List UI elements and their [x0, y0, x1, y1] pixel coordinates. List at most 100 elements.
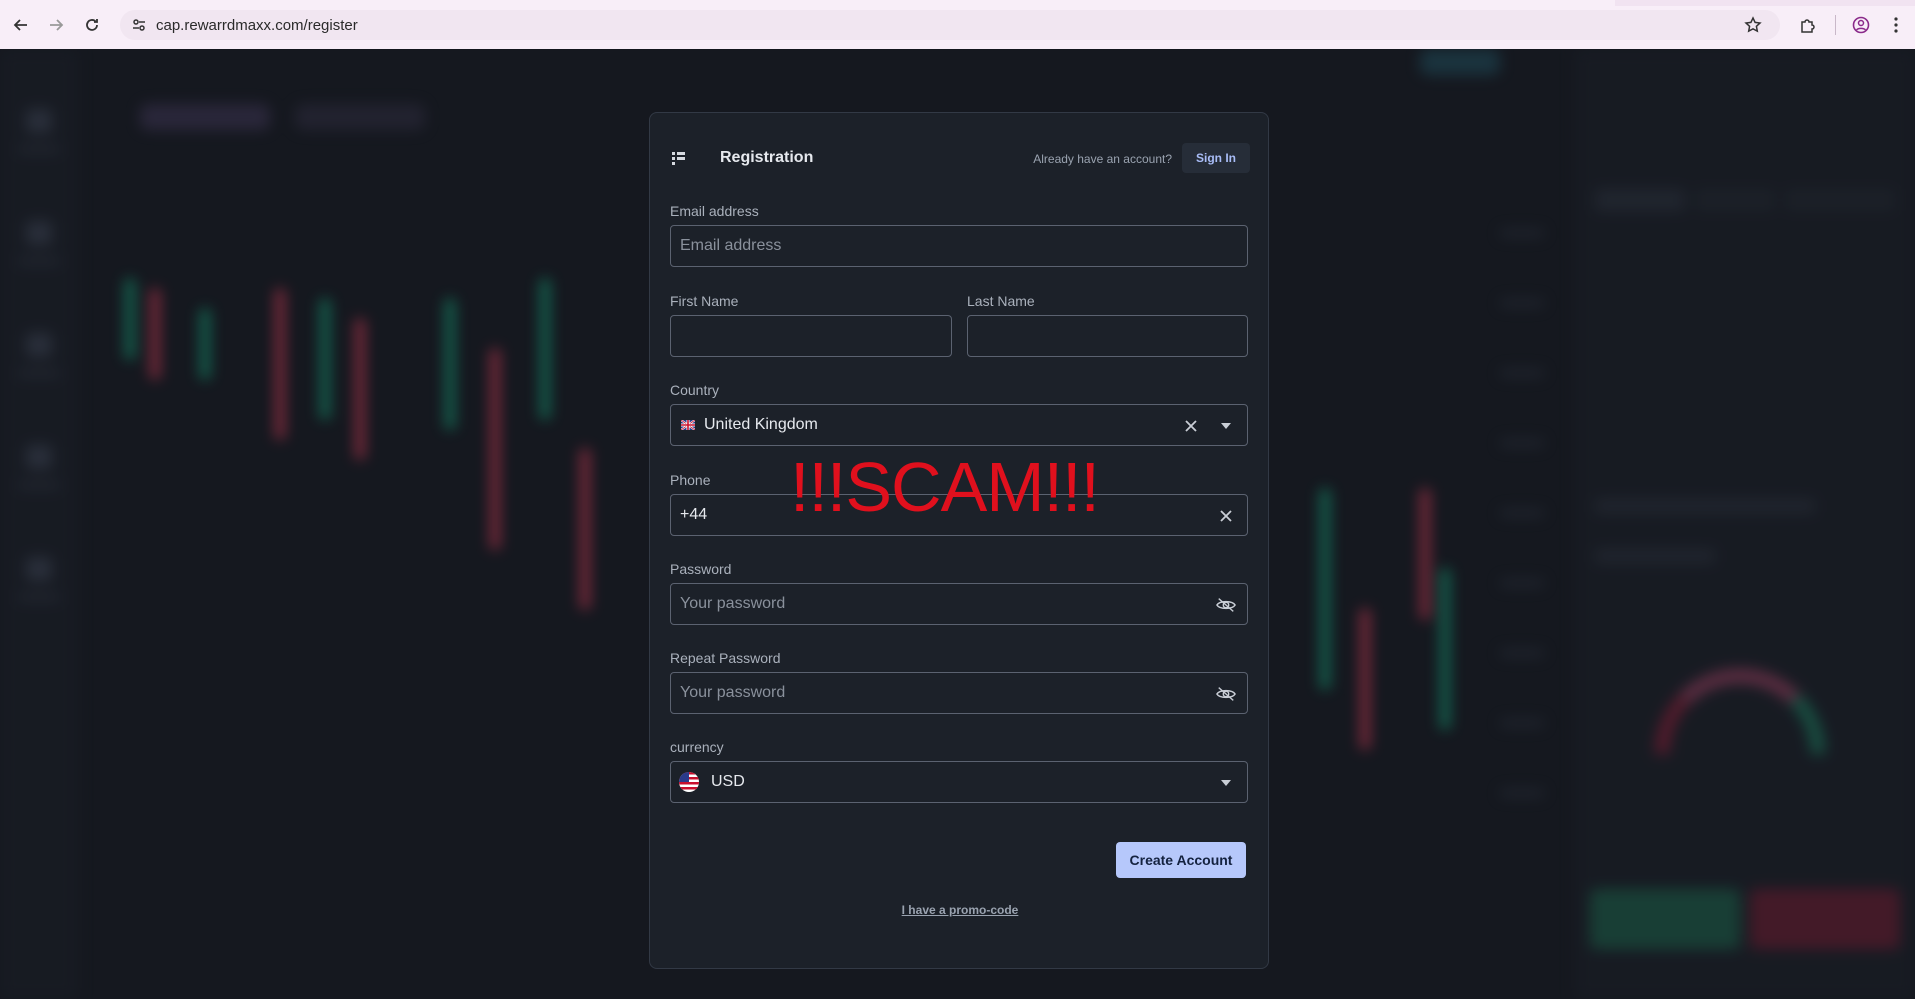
last-name-field[interactable]	[967, 315, 1248, 357]
price-tick	[1500, 649, 1544, 657]
asset-tab	[295, 104, 425, 130]
price-tick	[1500, 299, 1544, 307]
repeat-password-field[interactable]: Your password	[670, 672, 1248, 714]
forward-button[interactable]	[45, 14, 67, 36]
eye-off-icon[interactable]	[1216, 595, 1236, 615]
create-account-button[interactable]: Create Account	[1116, 842, 1246, 878]
clear-phone-icon[interactable]	[1216, 506, 1236, 526]
left-rail	[0, 49, 78, 999]
last-name-label: Last Name	[967, 293, 1035, 309]
chevron-down-icon[interactable]	[1216, 773, 1236, 793]
candle	[1420, 489, 1430, 619]
repeat-password-placeholder: Your password	[680, 684, 786, 701]
price-tick	[1500, 719, 1544, 727]
gauge	[1655, 669, 1825, 754]
profile-button[interactable]	[1849, 13, 1873, 37]
first-name-field[interactable]	[670, 315, 952, 357]
profile-icon	[1852, 16, 1870, 34]
back-button[interactable]	[10, 14, 32, 36]
password-placeholder: Your password	[680, 595, 786, 612]
us-flag-icon	[679, 772, 699, 792]
price-tick	[1500, 789, 1544, 797]
tab-strip	[0, 0, 1915, 6]
eye-off-icon[interactable]	[1216, 684, 1236, 704]
rail-label	[18, 145, 60, 153]
sell-button-bg	[1750, 889, 1900, 949]
site-info-icon[interactable]	[131, 17, 147, 38]
repeat-password-label: Repeat Password	[670, 650, 781, 666]
rail-icon	[26, 109, 52, 133]
rail-icon	[26, 557, 52, 581]
active-tab-strip	[0, 0, 1615, 6]
candle	[200, 309, 210, 379]
country-select[interactable]: United Kingdom	[670, 404, 1248, 446]
rail-icon	[26, 445, 52, 469]
bookmark-star-icon[interactable]	[1744, 16, 1762, 39]
panel-tab	[1695, 189, 1775, 211]
first-name-label: First Name	[670, 293, 739, 309]
buy-button-bg	[1590, 889, 1740, 949]
toolbar-divider	[1835, 15, 1836, 35]
panel-row	[1595, 549, 1715, 563]
right-panel	[1575, 49, 1915, 999]
sign-in-button[interactable]: Sign In	[1182, 143, 1250, 173]
candle	[320, 299, 330, 419]
url-text[interactable]: cap.rewarrdmaxx.com/register	[156, 17, 358, 34]
arrow-left-icon	[13, 19, 27, 31]
phone-value: +44	[680, 506, 708, 523]
menu-button[interactable]	[1884, 13, 1908, 37]
kebab-menu-icon	[1894, 17, 1898, 33]
puzzle-icon	[1801, 19, 1815, 33]
candle	[1320, 489, 1330, 689]
registration-icon	[672, 152, 685, 165]
price-tick	[1500, 369, 1544, 377]
have-account-text: Already have an account?	[1033, 152, 1172, 166]
header-pill	[1420, 49, 1500, 75]
candle	[490, 349, 500, 549]
candle	[355, 319, 365, 459]
price-tick	[1500, 579, 1544, 587]
candle	[275, 289, 285, 439]
address-bar[interactable]: cap.rewarrdmaxx.com/register	[120, 10, 1780, 40]
rail-label	[18, 593, 60, 601]
price-axis	[1480, 149, 1560, 909]
candle	[445, 299, 455, 429]
uk-flag-icon	[681, 420, 695, 430]
phone-label: Phone	[670, 472, 711, 488]
rail-icon	[26, 221, 52, 245]
chevron-down-icon[interactable]	[1216, 416, 1236, 436]
candle	[1360, 609, 1370, 749]
email-field[interactable]: Email address	[670, 225, 1248, 267]
modal-title: Registration	[720, 149, 814, 166]
email-placeholder: Email address	[680, 237, 782, 254]
clear-country-icon[interactable]	[1181, 416, 1201, 436]
panel-row	[1595, 499, 1815, 513]
promo-code-link[interactable]: I have a promo-code	[650, 903, 1270, 917]
password-field[interactable]: Your password	[670, 583, 1248, 625]
price-tick	[1500, 509, 1544, 517]
email-label: Email address	[670, 203, 759, 219]
browser-toolbar: cap.rewarrdmaxx.com/register	[0, 0, 1915, 49]
panel-tab	[1595, 189, 1685, 211]
price-tick	[1500, 439, 1544, 447]
candle	[1440, 569, 1450, 729]
candle	[150, 289, 160, 379]
candle	[540, 279, 550, 419]
price-tick	[1500, 229, 1544, 237]
currency-select[interactable]: USD	[670, 761, 1248, 803]
rail-icon	[26, 333, 52, 357]
reload-icon	[86, 19, 98, 31]
reload-button[interactable]	[81, 14, 103, 36]
currency-label: currency	[670, 739, 724, 755]
registration-modal: Registration Already have an account? Si…	[649, 112, 1269, 969]
candle	[580, 449, 590, 609]
candle	[125, 279, 135, 359]
arrow-right-icon	[50, 19, 64, 31]
modal-header: Registration Already have an account? Si…	[670, 143, 1250, 173]
rail-label	[18, 369, 60, 377]
phone-field[interactable]: +44	[670, 494, 1248, 536]
password-label: Password	[670, 561, 732, 577]
rail-label	[18, 481, 60, 489]
asset-tab	[140, 104, 270, 130]
extensions-button[interactable]	[1796, 13, 1820, 37]
